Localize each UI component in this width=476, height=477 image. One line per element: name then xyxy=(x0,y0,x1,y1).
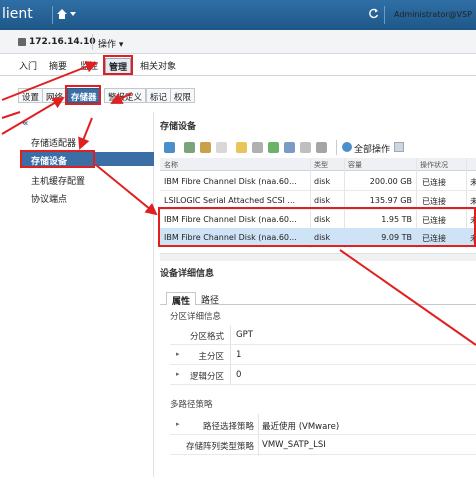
annotation-arrows xyxy=(1,61,476,346)
